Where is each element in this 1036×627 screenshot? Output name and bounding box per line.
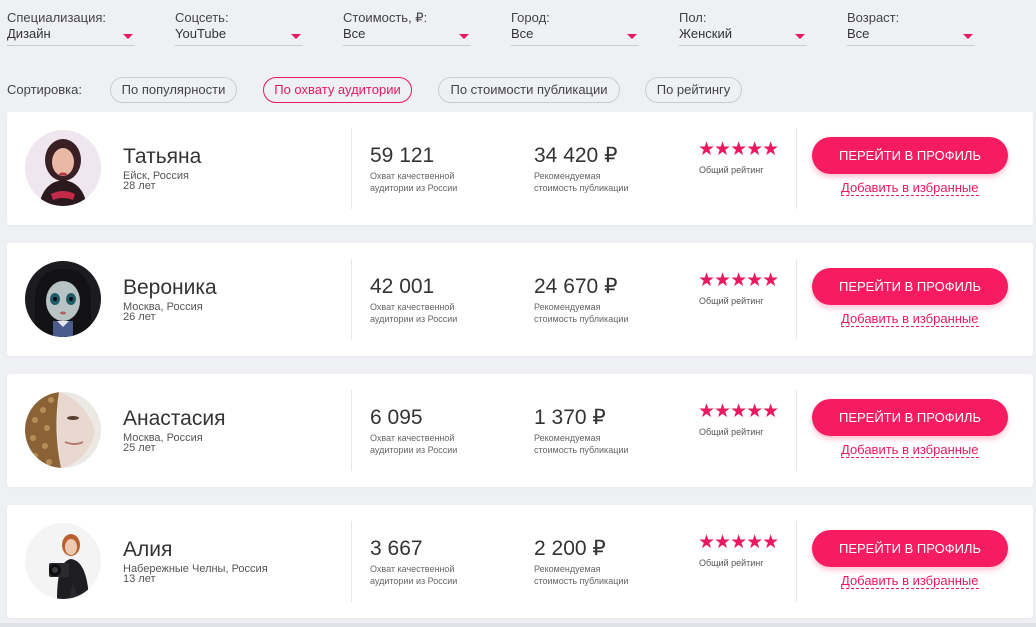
price-value: 34 420 ₽ — [534, 144, 618, 167]
filter-value: Все — [847, 26, 870, 41]
price-metric: 1 370 ₽ Рекомендуемая стоимость публикац… — [534, 406, 644, 456]
rating-stars: ★★★★★ — [698, 139, 779, 160]
price-metric: 2 200 ₽ Рекомендуемая стоимость публикац… — [534, 537, 644, 587]
filter-city[interactable]: Город: Все — [511, 10, 639, 46]
price-caption: Рекомендуемая стоимость публикации — [534, 564, 629, 586]
reach-metric: 59 121 Охват качественной аудитории из Р… — [370, 144, 480, 194]
rating-caption: Общий рейтинг — [699, 296, 764, 306]
price-caption: Рекомендуемая стоимость публикации — [534, 433, 629, 455]
reach-caption: Охват качественной аудитории из России — [370, 433, 458, 455]
price-caption: Рекомендуемая стоимость публикации — [534, 171, 629, 193]
chevron-down-icon — [963, 34, 973, 39]
blogger-card: Анастасия Москва, Россия 25 лет 6 095 Ох… — [7, 374, 1033, 487]
sort-popularity-button[interactable]: По популярности — [110, 77, 237, 103]
filter-label: Пол: — [679, 10, 707, 25]
filter-age[interactable]: Возраст: Все — [847, 10, 975, 46]
blogger-card: Вероника Москва, Россия 26 лет 42 001 Ох… — [7, 243, 1033, 356]
sort-reach-button[interactable]: По охвату аудитории — [263, 77, 412, 103]
divider — [351, 521, 352, 602]
filter-label: Соцсеть: — [175, 10, 229, 25]
blogger-name[interactable]: Анастасия — [123, 407, 225, 431]
price-caption: Рекомендуемая стоимость публикации — [534, 302, 629, 324]
chevron-down-icon — [291, 34, 301, 39]
price-value: 2 200 ₽ — [534, 537, 606, 560]
filter-label: Стоимость, ₽: — [343, 10, 428, 25]
avatar[interactable] — [25, 523, 101, 599]
reach-metric: 42 001 Охват качественной аудитории из Р… — [370, 275, 480, 325]
sort-label: Сортировка: — [7, 82, 82, 97]
filter-label: Возраст: — [847, 10, 900, 25]
divider — [796, 259, 797, 340]
chevron-down-icon — [627, 34, 637, 39]
sort-price-button[interactable]: По стоимости публикации — [438, 77, 620, 103]
reach-caption: Охват качественной аудитории из России — [370, 564, 458, 586]
blogger-age: 26 лет — [123, 311, 156, 323]
reach-value: 59 121 — [370, 144, 435, 167]
go-to-profile-button[interactable]: ПЕРЕЙТИ В ПРОФИЛЬ — [812, 399, 1008, 436]
go-to-profile-button[interactable]: ПЕРЕЙТИ В ПРОФИЛЬ — [812, 268, 1008, 305]
divider — [796, 390, 797, 471]
price-value: 24 670 ₽ — [534, 275, 618, 298]
filter-gender[interactable]: Пол: Женский — [679, 10, 807, 46]
reach-metric: 6 095 Охват качественной аудитории из Ро… — [370, 406, 480, 456]
filter-value: Женский — [679, 26, 732, 41]
filter-label: Город: — [511, 10, 550, 25]
reach-caption: Охват качественной аудитории из России — [370, 171, 458, 193]
page-bottom-edge — [0, 623, 1036, 627]
filter-value: YouTube — [175, 26, 227, 41]
add-to-favorites-link[interactable]: Добавить в избранные — [841, 180, 979, 196]
reach-value: 6 095 — [370, 406, 423, 429]
blogger-name[interactable]: Вероника — [123, 276, 217, 300]
divider — [796, 128, 797, 209]
go-to-profile-button[interactable]: ПЕРЕЙТИ В ПРОФИЛЬ — [812, 137, 1008, 174]
filter-social-network[interactable]: Соцсеть: YouTube — [175, 10, 303, 46]
filter-specialization[interactable]: Специализация: Дизайн — [7, 10, 135, 46]
blogger-age: 28 лет — [123, 180, 156, 192]
filter-value: Дизайн — [7, 26, 51, 41]
filter-cost[interactable]: Стоимость, ₽: Все — [343, 10, 471, 46]
rating-stars: ★★★★★ — [698, 401, 779, 422]
filters-bar: Специализация: Дизайн Соцсеть: YouTube С… — [0, 0, 1036, 60]
price-metric: 34 420 ₽ Рекомендуемая стоимость публика… — [534, 144, 644, 194]
reach-caption: Охват качественной аудитории из России — [370, 302, 458, 324]
chevron-down-icon — [123, 34, 133, 39]
chevron-down-icon — [795, 34, 805, 39]
reach-metric: 3 667 Охват качественной аудитории из Ро… — [370, 537, 480, 587]
divider — [351, 128, 352, 209]
avatar[interactable] — [25, 261, 101, 337]
reach-value: 3 667 — [370, 537, 423, 560]
add-to-favorites-link[interactable]: Добавить в избранные — [841, 311, 979, 327]
add-to-favorites-link[interactable]: Добавить в избранные — [841, 573, 979, 589]
blogger-card: Алия Набережные Челны, Россия 13 лет 3 6… — [7, 505, 1033, 618]
divider — [351, 259, 352, 340]
blogger-name[interactable]: Алия — [123, 538, 172, 562]
rating-caption: Общий рейтинг — [699, 427, 764, 437]
price-metric: 24 670 ₽ Рекомендуемая стоимость публика… — [534, 275, 644, 325]
blogger-age: 25 лет — [123, 442, 156, 454]
sort-bar: Сортировка: По популярности По охвату ау… — [0, 77, 1036, 103]
rating-caption: Общий рейтинг — [699, 165, 764, 175]
avatar[interactable] — [25, 392, 101, 468]
filter-value: Все — [343, 26, 366, 41]
rating-caption: Общий рейтинг — [699, 558, 764, 568]
reach-value: 42 001 — [370, 275, 435, 298]
blogger-age: 13 лет — [123, 573, 156, 585]
avatar[interactable] — [25, 130, 101, 206]
divider — [351, 390, 352, 471]
filter-value: Все — [511, 26, 534, 41]
chevron-down-icon — [459, 34, 469, 39]
blogger-card: Татьяна Ейск, Россия 28 лет 59 121 Охват… — [7, 112, 1033, 225]
blogger-name[interactable]: Татьяна — [123, 145, 201, 169]
sort-rating-button[interactable]: По рейтингу — [645, 77, 742, 103]
rating-stars: ★★★★★ — [698, 532, 779, 553]
divider — [796, 521, 797, 602]
rating-stars: ★★★★★ — [698, 270, 779, 291]
price-value: 1 370 ₽ — [534, 406, 606, 429]
go-to-profile-button[interactable]: ПЕРЕЙТИ В ПРОФИЛЬ — [812, 530, 1008, 567]
add-to-favorites-link[interactable]: Добавить в избранные — [841, 442, 979, 458]
filter-label: Специализация: — [7, 10, 106, 25]
